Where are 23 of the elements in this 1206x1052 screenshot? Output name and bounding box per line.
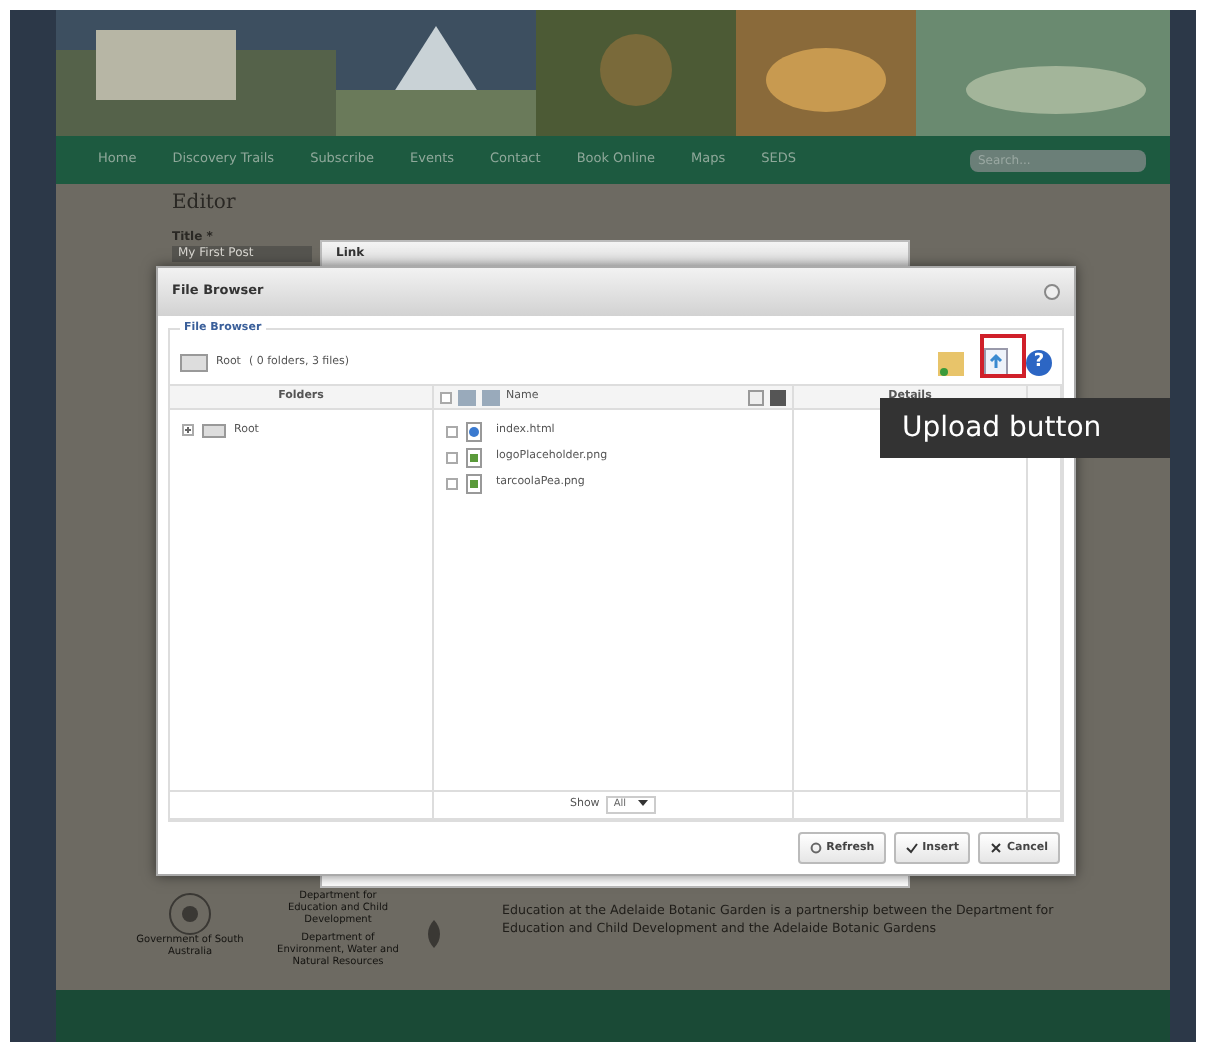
page-heading: Editor [172,192,238,216]
help-icon[interactable]: ? [1026,349,1052,375]
folder-icon[interactable] [938,348,964,376]
refresh-icon [810,842,823,854]
expand-icon[interactable] [182,424,194,436]
emblem-icon [422,920,446,948]
grid-view-icon[interactable] [770,389,786,405]
close-icon [990,842,1003,854]
checkbox[interactable] [446,477,458,489]
check-icon [906,842,919,854]
highlight-frame [980,334,1026,378]
crest-icon [168,892,212,936]
caret-icon [638,797,649,808]
annotation-tooltip: Upload button [880,398,1170,458]
list-view-icon[interactable] [748,389,764,405]
checkbox[interactable] [446,425,458,437]
checkbox[interactable] [446,451,458,463]
upload-icon[interactable] [984,348,1008,376]
web-file-icon [466,421,482,441]
drive-icon [180,353,208,371]
checkbox[interactable] [440,391,452,403]
close-icon[interactable] [1044,284,1060,300]
drive-icon [202,423,226,437]
